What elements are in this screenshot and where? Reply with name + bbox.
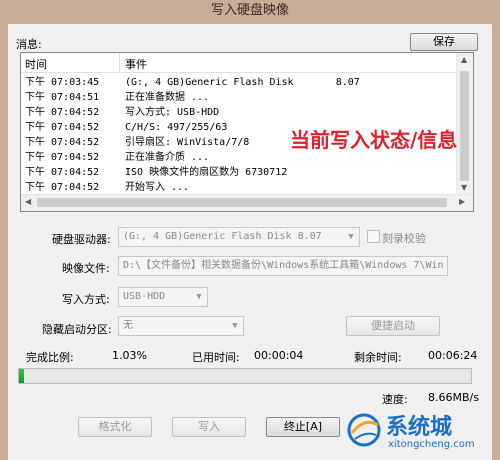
scroll-down-icon[interactable]: ▼: [461, 183, 467, 192]
annotation-overlay: 当前写入状态/信息: [290, 128, 458, 152]
log-row: 下午 07:04:52 ISO 映像文件的扇区数为 6730712: [21, 165, 471, 180]
drive-select-value: (G:, 4 GB)Generic Flash Disk 8.07: [123, 231, 322, 242]
image-file-label: 映像文件:: [62, 262, 110, 275]
log-event: 引导扇区: WinVista/7/8: [125, 137, 250, 148]
stop-button[interactable]: 终止[A]: [266, 417, 340, 437]
vertical-scroll-thumb[interactable]: [460, 71, 469, 181]
log-row: 下午 07:03:45 (G:, 4 GB)Generic Flash Disk …: [21, 75, 471, 90]
remaining-time-label: 剩余时间:: [354, 351, 402, 364]
scroll-up-icon[interactable]: ▲: [461, 55, 467, 64]
hidden-partition-label: 隐藏启动分区:: [42, 323, 112, 336]
verify-label: 刻录校验: [382, 232, 426, 245]
scroll-right-icon[interactable]: ▶: [459, 197, 465, 206]
speed-value: 8.66MB/s: [428, 391, 479, 404]
log-vertical-scrollbar[interactable]: ▲ ▼: [456, 53, 473, 195]
dialog-body: 消息: 保存 时间 事件 下午 07:03:45 (G:, 4 GB)Generi…: [8, 24, 492, 460]
column-header-event[interactable]: 事件: [125, 56, 147, 72]
hidden-partition-select[interactable]: 无 ▼: [118, 316, 244, 336]
log-time: 下午 07:04:52: [25, 137, 100, 148]
write-button[interactable]: 写入: [172, 417, 246, 437]
remaining-time-value: 00:06:24: [428, 349, 478, 362]
log-event: 正在准备数据 ...: [125, 92, 210, 103]
write-method-select[interactable]: USB-HDD ▼: [118, 287, 208, 307]
log-event: C/H/S: 497/255/63: [125, 122, 228, 133]
log-time: 下午 07:04:52: [25, 152, 100, 163]
drive-select[interactable]: (G:, 4 GB)Generic Flash Disk 8.07 ▼: [118, 227, 360, 247]
log-event: (G:, 4 GB)Generic Flash Disk 8.07: [125, 77, 360, 88]
write-method-label: 写入方式:: [62, 293, 110, 306]
column-header-time[interactable]: 时间: [25, 56, 47, 72]
elapsed-time-label: 已用时间:: [192, 351, 240, 364]
log-row: 下午 07:04:51 正在准备数据 ...: [21, 90, 471, 105]
log-header: 时间 事件: [21, 53, 471, 73]
log-event: 开始写入 ...: [125, 182, 190, 193]
log-time: 下午 07:04:51: [25, 92, 100, 103]
elapsed-time-value: 00:00:04: [254, 349, 304, 362]
format-button[interactable]: 格式化: [78, 417, 152, 437]
quick-boot-button[interactable]: 便捷启动: [346, 316, 440, 336]
save-button[interactable]: 保存: [410, 33, 478, 51]
scroll-left-icon[interactable]: ◀: [25, 197, 31, 206]
log-time: 下午 07:03:45: [25, 77, 100, 88]
column-divider[interactable]: [119, 53, 120, 72]
log-event: 写入方式: USB-HDD: [125, 107, 220, 118]
log-time: 下午 07:04:52: [25, 122, 100, 133]
image-file-field[interactable]: D:\【文件备份】相关数据备份\Windows系统工具箱\Windows 7\W…: [118, 256, 448, 276]
write-method-value: USB-HDD: [123, 291, 166, 302]
completion-ratio-value: 1.03%: [112, 349, 147, 362]
chevron-down-icon[interactable]: ▼: [191, 288, 207, 306]
watermark-logo-icon: [347, 413, 381, 447]
window-title: 写入硬盘映像: [210, 3, 289, 18]
messages-label: 消息:: [16, 38, 42, 51]
chevron-down-icon[interactable]: ▼: [227, 317, 243, 335]
log-row: 下午 07:04:52 开始写入 ...: [21, 180, 471, 195]
log-time: 下午 07:04:52: [25, 167, 100, 178]
completion-ratio-label: 完成比例:: [26, 351, 74, 364]
log-row: 下午 07:04:52 写入方式: USB-HDD: [21, 105, 471, 120]
site-watermark: 系统城 xitongcheng.com: [340, 405, 500, 460]
log-time: 下午 07:04:52: [25, 182, 100, 193]
hidden-partition-value: 无: [123, 320, 133, 331]
write-disk-image-window: 写入硬盘映像 消息: 保存 时间 事件 下午 07:03:45 (G:, 4 GB…: [0, 0, 500, 460]
write-progress-bar: [18, 368, 472, 384]
watermark-url: xitongcheng.com: [388, 439, 475, 450]
log-event: ISO 映像文件的扇区数为 6730712: [125, 167, 288, 178]
log-horizontal-scrollbar[interactable]: ◀ ▶: [21, 194, 473, 211]
watermark-brand: 系统城: [386, 415, 453, 440]
log-time: 下午 07:04:52: [25, 107, 100, 118]
horizontal-scroll-thumb[interactable]: [37, 198, 447, 207]
progress-fill: [19, 369, 25, 383]
drive-label: 硬盘驱动器:: [52, 233, 111, 246]
verify-checkbox[interactable]: [367, 230, 380, 243]
log-event: 正在准备介质 ...: [125, 152, 210, 163]
chevron-down-icon[interactable]: ▼: [343, 228, 359, 246]
